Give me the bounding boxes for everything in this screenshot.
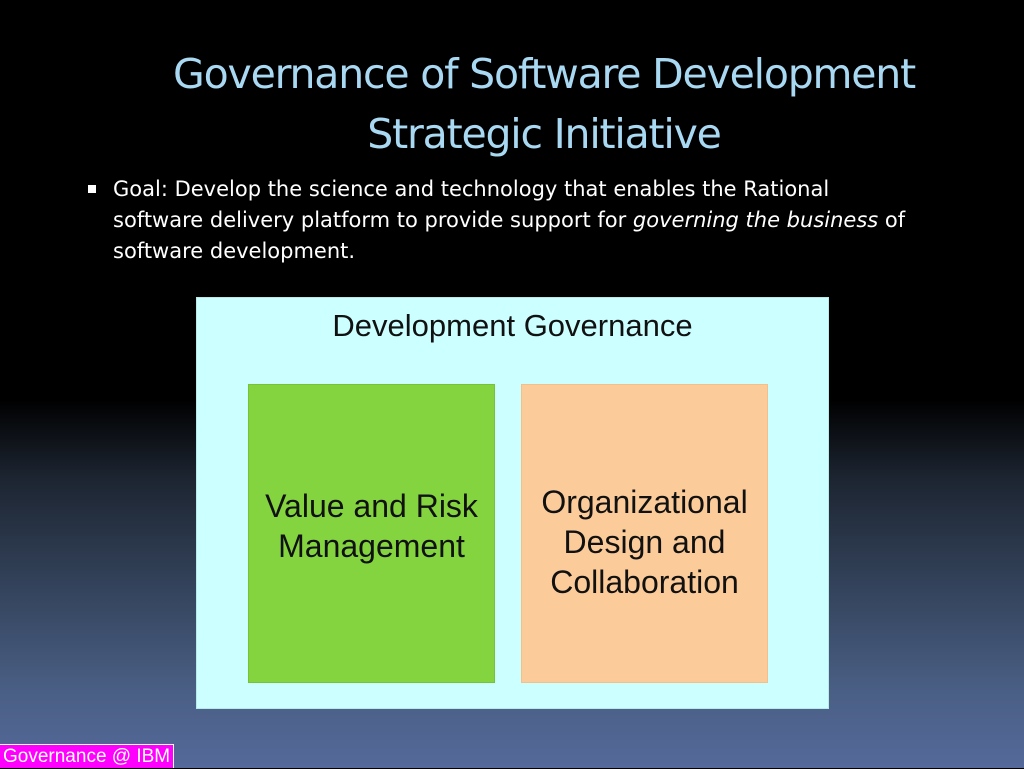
slide-title: Governance of Software Development Strat… xyxy=(0,44,1024,164)
development-governance-diagram: Development Governance Value and Risk Ma… xyxy=(196,297,829,709)
footer-label: Governance @ IBM xyxy=(0,744,175,768)
goal-text-emphasis: governing the business xyxy=(632,208,879,232)
organizational-design-box: Organizational Design and Collaboration xyxy=(521,384,768,683)
slide-title-line-2: Strategic Initiative xyxy=(367,110,722,158)
slide-title-line-1: Governance of Software Development xyxy=(173,50,916,98)
goal-bullet: Goal: Develop the science and technology… xyxy=(88,174,908,267)
goal-text: Goal: Develop the science and technology… xyxy=(113,174,908,267)
organizational-design-label: Organizational Design and Collaboration xyxy=(541,483,748,600)
diagram-title: Development Governance xyxy=(332,308,693,343)
value-risk-management-box: Value and Risk Management xyxy=(248,384,495,683)
value-risk-management-label: Value and Risk Management xyxy=(265,487,478,564)
bullet-square-icon xyxy=(88,185,96,193)
